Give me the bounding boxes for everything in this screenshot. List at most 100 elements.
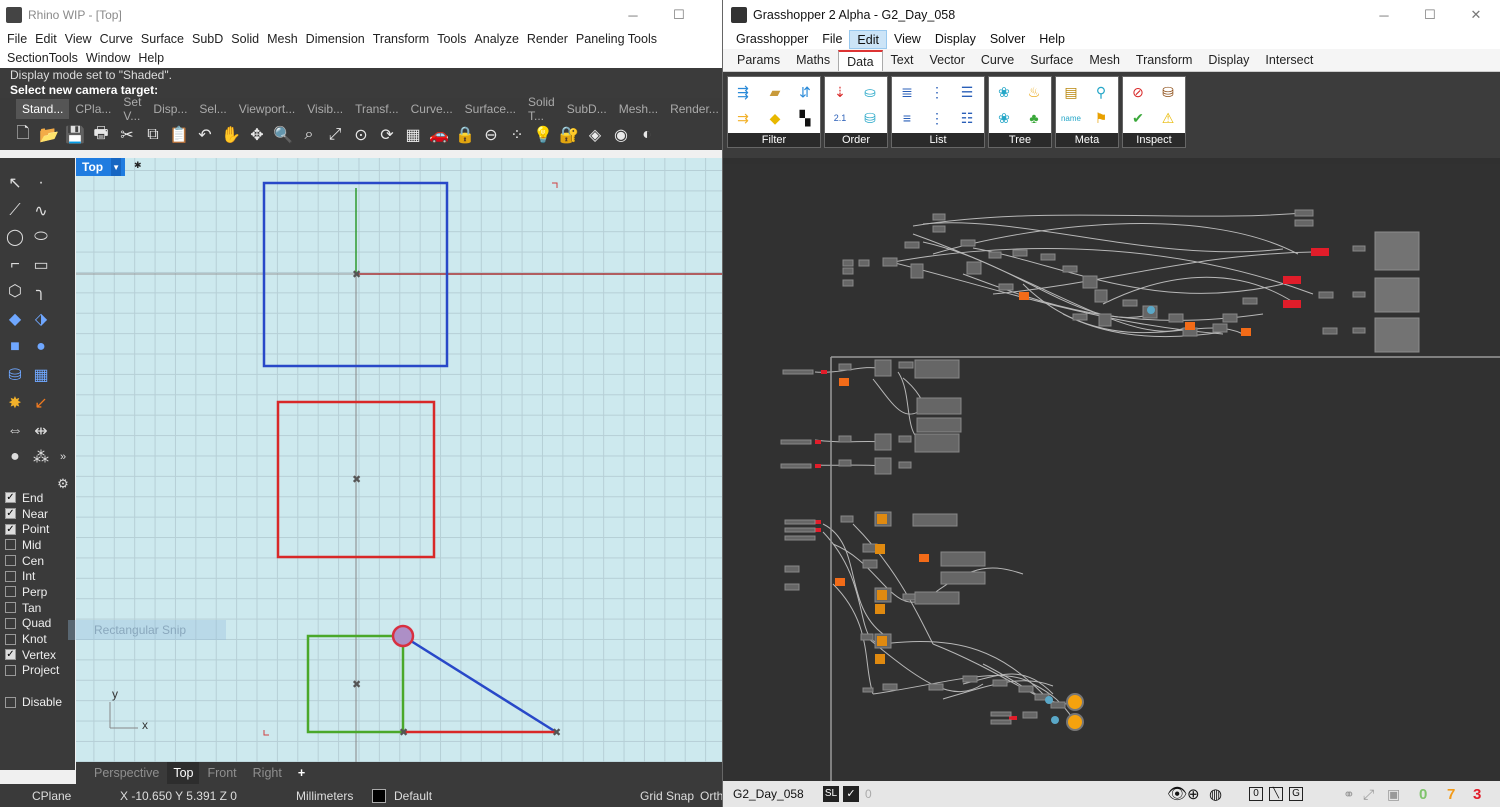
- save-icon[interactable]: 💾: [64, 124, 86, 146]
- point-icon[interactable]: ·: [30, 172, 52, 194]
- gh-tab-maths[interactable]: Maths: [788, 50, 838, 71]
- gh-tab-curve[interactable]: Curve: [973, 50, 1022, 71]
- polyline-open-icon[interactable]: ⌐: [4, 254, 26, 276]
- preview-eye-icon[interactable]: 👁: [1167, 784, 1187, 804]
- transform-icon[interactable]: ⇔: [4, 420, 26, 442]
- checkbox-checked-icon[interactable]: ✓: [5, 523, 16, 535]
- gh-menu-help[interactable]: Help: [1032, 30, 1072, 49]
- curve-box-icon[interactable]: ╲: [1269, 787, 1283, 801]
- menu-item-render[interactable]: Render: [524, 30, 573, 49]
- gh-maximize-button[interactable]: ☐: [1407, 0, 1453, 30]
- dispatch-icon[interactable]: ⇶: [732, 81, 754, 103]
- toolbar-tab[interactable]: Surface...: [459, 102, 522, 116]
- filter-icon[interactable]: ⇉: [732, 107, 754, 129]
- osnap-mid[interactable]: Mid: [0, 537, 75, 553]
- gate-icon[interactable]: ◆: [764, 107, 786, 129]
- menu-item-view[interactable]: View: [62, 30, 97, 49]
- status-units[interactable]: Millimeters: [296, 789, 353, 803]
- color-wheel-icon[interactable]: ◉: [610, 124, 632, 146]
- cull-icon[interactable]: ▰: [764, 81, 786, 103]
- explode-icon[interactable]: ✸: [4, 392, 26, 414]
- add-viewport-button[interactable]: +: [290, 766, 313, 780]
- gh-tab-intersect[interactable]: Intersect: [1257, 50, 1321, 71]
- maximize-button[interactable]: ☐: [656, 0, 702, 30]
- menu-item-subd[interactable]: SubD: [189, 30, 228, 49]
- sphere-shaded-icon[interactable]: ◍: [1209, 785, 1222, 803]
- cplane-icon[interactable]: ⊖: [480, 124, 502, 146]
- toolbar-tab[interactable]: Transf...: [349, 102, 405, 116]
- four-viewports-icon[interactable]: ▦: [402, 124, 424, 146]
- checkbox-icon[interactable]: [5, 664, 16, 676]
- polyline-icon[interactable]: ⟋: [4, 200, 26, 222]
- circle-icon[interactable]: ◯: [4, 226, 26, 248]
- paste-icon[interactable]: 📋: [168, 124, 190, 146]
- checkbox-checked-icon[interactable]: ✓: [5, 492, 16, 504]
- g-box-icon[interactable]: G: [1289, 787, 1303, 801]
- tree-flatten-icon[interactable]: ♨: [1023, 81, 1045, 103]
- tree-simplify-icon[interactable]: ♣: [1023, 107, 1045, 129]
- minimize-button[interactable]: ─: [610, 0, 656, 30]
- zoom-extents-icon[interactable]: ⤢: [324, 124, 346, 146]
- shuffle-icon[interactable]: ⛀: [859, 81, 881, 103]
- reverse-icon[interactable]: ⛁: [859, 107, 881, 129]
- render-sphere-icon[interactable]: ◐: [636, 124, 658, 146]
- checkbox-icon[interactable]: [5, 602, 16, 614]
- toolbar-tab[interactable]: SubD...: [561, 102, 613, 116]
- mesh-icon[interactable]: ▦: [30, 364, 52, 386]
- sort-icon[interactable]: ⇣: [829, 81, 851, 103]
- box-icon[interactable]: ■: [4, 336, 26, 358]
- group-icon[interactable]: ●: [4, 446, 26, 468]
- menu-item-help[interactable]: Help: [135, 49, 169, 68]
- layer-color-swatch[interactable]: [372, 788, 386, 803]
- gh-close-button[interactable]: ✕: [1453, 0, 1499, 30]
- viewport-tab-perspective[interactable]: Perspective: [86, 766, 167, 780]
- menu-item-dimension[interactable]: Dimension: [303, 30, 370, 49]
- gh-tab-surface[interactable]: Surface: [1022, 50, 1081, 71]
- print-icon[interactable]: 🖶: [90, 124, 112, 146]
- pattern-icon[interactable]: ▚: [794, 107, 816, 129]
- analyze-icon[interactable]: ⁂: [30, 446, 52, 468]
- meta-panel-icon[interactable]: ▤: [1060, 81, 1082, 103]
- toolbar-tab[interactable]: Curve...: [405, 102, 459, 116]
- cut-icon[interactable]: ✂: [116, 124, 138, 146]
- osnap-disable[interactable]: Disable: [0, 694, 75, 710]
- rotate-view-icon[interactable]: ✥: [246, 124, 268, 146]
- zero-box-icon[interactable]: 0: [1249, 787, 1263, 801]
- car-icon[interactable]: 🚗: [428, 124, 450, 146]
- rotate-icon[interactable]: ⟳: [376, 124, 398, 146]
- zoom-window-icon[interactable]: ⌕: [298, 124, 320, 146]
- osnap-cen[interactable]: Cen: [0, 553, 75, 569]
- surface-icon[interactable]: ◆: [4, 308, 26, 330]
- gh-menu-grasshopper[interactable]: Grasshopper: [729, 30, 815, 49]
- status-grid-snap[interactable]: Grid Snap: [640, 789, 694, 803]
- boolean-icon[interactable]: ↙: [30, 392, 52, 414]
- open-icon[interactable]: 📂: [38, 124, 60, 146]
- gh-canvas[interactable]: [723, 164, 1500, 781]
- tree-branch-icon[interactable]: ❀: [993, 107, 1015, 129]
- checkbox-icon[interactable]: [5, 539, 16, 551]
- gh-menu-edit[interactable]: Edit: [849, 30, 887, 49]
- status-ortho[interactable]: Orth: [700, 789, 722, 803]
- gh-tab-data[interactable]: Data: [838, 50, 883, 71]
- toolbar-tab[interactable]: Disp...: [147, 102, 193, 116]
- menu-item-surface[interactable]: Surface: [138, 30, 189, 49]
- list-replace-icon[interactable]: ☷: [956, 107, 978, 129]
- osnap-project[interactable]: Project: [0, 663, 75, 679]
- inspect-search-icon[interactable]: ⊘: [1127, 81, 1149, 103]
- list-length-icon[interactable]: ⋮: [926, 81, 948, 103]
- menu-item-file[interactable]: File: [4, 30, 32, 49]
- menu-item-solid[interactable]: Solid: [228, 30, 264, 49]
- menu-item-mesh[interactable]: Mesh: [264, 30, 303, 49]
- globe-icon[interactable]: ⊕: [1187, 785, 1200, 803]
- sphere-icon[interactable]: ●: [30, 336, 52, 358]
- viewport-tab-front[interactable]: Front: [199, 766, 244, 780]
- checkbox-icon[interactable]: [5, 633, 16, 645]
- osnap-perp[interactable]: Perp: [0, 584, 75, 600]
- ellipse-icon[interactable]: ⬭: [30, 226, 52, 248]
- curve-icon[interactable]: ∿: [30, 200, 52, 222]
- zoom-selected-icon[interactable]: ⊙: [350, 124, 372, 146]
- toolbar-tab[interactable]: Sel...: [193, 102, 232, 116]
- gh-tab-text[interactable]: Text: [883, 50, 922, 71]
- top-viewport[interactable]: Top ▼ ✖ ✖ ✖ ✖ ✖ ✱ y x Rectangular Snip: [68, 158, 722, 762]
- osnap-end[interactable]: ✓ End: [0, 490, 75, 506]
